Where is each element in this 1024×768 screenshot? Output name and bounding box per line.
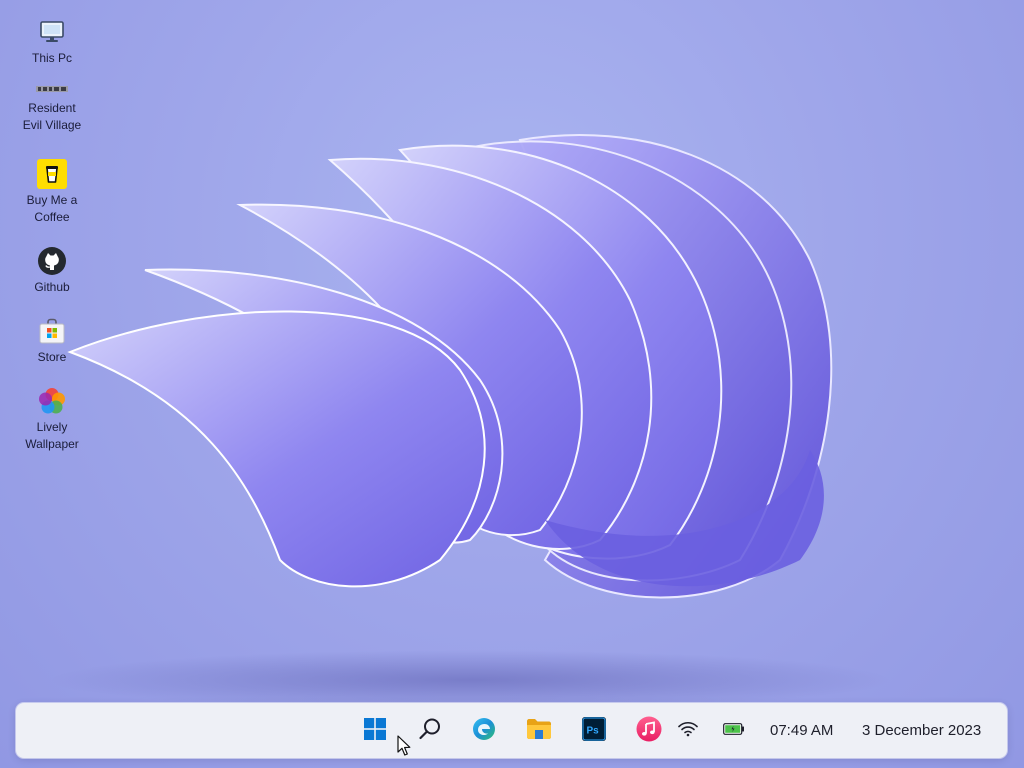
desktop-icon-github[interactable]: Github xyxy=(4,245,100,296)
mouse-cursor-icon xyxy=(397,735,411,756)
desktop-icon-store[interactable]: Store xyxy=(4,315,100,366)
computer-icon xyxy=(36,16,68,48)
desktop-icon-this-pc[interactable]: This Pc xyxy=(4,16,100,67)
svg-text:Ps: Ps xyxy=(587,725,600,736)
desktop-icon-label: Buy Me a Coffee xyxy=(26,193,78,224)
taskbar: Ps 07:49 AM 3 December 2023 xyxy=(16,703,1007,758)
windows-start-icon xyxy=(364,717,386,745)
desktop-icon-resident-evil-village[interactable]: Resident Evil Village xyxy=(4,80,100,134)
desktop-icon-buy-me-a-coffee[interactable]: Buy Me a Coffee xyxy=(4,158,100,226)
desktop-icon-label: Store xyxy=(37,350,67,364)
edge-icon xyxy=(472,717,496,746)
music-icon xyxy=(636,716,662,747)
wifi-button[interactable] xyxy=(672,715,704,747)
clock-date[interactable]: 3 December 2023 xyxy=(862,721,981,741)
desktop-icon-lively-wallpaper[interactable]: Lively Wallpaper xyxy=(4,385,100,453)
desktop-icon-label: This Pc xyxy=(31,51,72,65)
file-explorer-button[interactable] xyxy=(523,715,555,747)
battery-icon xyxy=(723,722,745,740)
desktop-icon-label: Resident Evil Village xyxy=(22,101,82,132)
lively-wallpaper-icon xyxy=(36,385,68,417)
coffee-cup-icon xyxy=(36,158,68,190)
desktop-icon-label: Github xyxy=(34,280,70,294)
wallpaper-bloom xyxy=(50,134,890,710)
search-button[interactable] xyxy=(414,715,446,747)
folder-icon xyxy=(526,718,552,745)
music-button[interactable] xyxy=(633,715,665,747)
search-icon xyxy=(418,717,442,746)
github-icon xyxy=(36,245,68,277)
battery-button[interactable] xyxy=(718,715,750,747)
clock-time[interactable]: 07:49 AM xyxy=(770,721,833,741)
photoshop-icon: Ps xyxy=(582,716,606,746)
store-icon xyxy=(36,315,68,347)
resident-evil-village-icon xyxy=(36,80,68,98)
edge-button[interactable] xyxy=(468,715,500,747)
photoshop-button[interactable]: Ps xyxy=(578,715,610,747)
desktop-icon-label: Lively Wallpaper xyxy=(25,420,79,451)
wifi-icon xyxy=(678,721,698,742)
start-button[interactable] xyxy=(359,715,391,747)
